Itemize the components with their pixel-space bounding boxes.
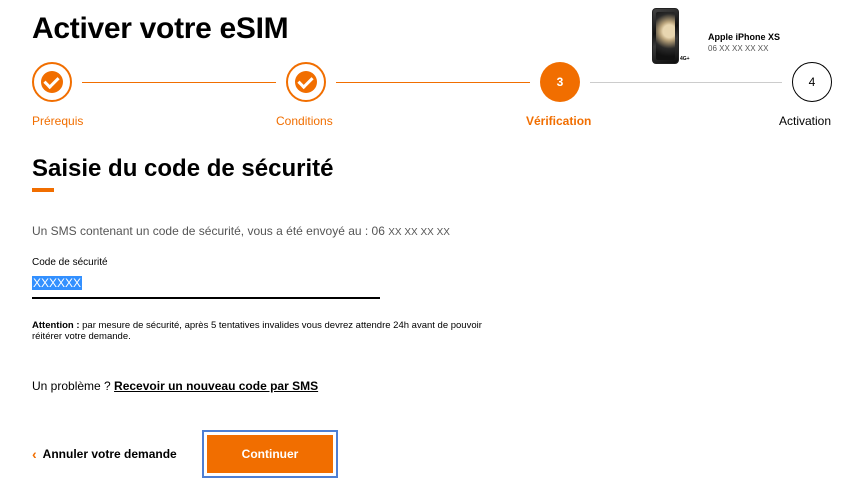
warning-label: Attention : [32, 320, 80, 331]
device-name: Apple iPhone XS [708, 32, 781, 42]
warning-text: par mesure de sécurité, après 5 tentativ… [32, 320, 482, 342]
continue-focus-ring: Continuer [202, 430, 338, 478]
code-field-label: Code de sécurité [32, 257, 108, 268]
checkmark-icon [41, 71, 63, 93]
continue-button[interactable]: Continuer [207, 435, 333, 473]
chevron-left-icon: ‹ [32, 446, 37, 462]
title-underline [32, 188, 54, 192]
step-label-prerequis: Prérequis [32, 114, 84, 128]
section-title: Saisie du code de sécurité [32, 155, 334, 182]
step-1-circle [32, 62, 72, 102]
step-label-activation: Activation [779, 114, 832, 128]
step-label-verification: Vérification [526, 114, 592, 128]
step-3-circle: 3 [540, 62, 580, 102]
step-connector-3 [590, 82, 782, 83]
step-connector-1 [82, 82, 276, 83]
resend-code-link[interactable]: Recevoir un nouveau code par SMS [114, 379, 318, 393]
step-connector-2 [336, 82, 530, 83]
sms-info-text: Un SMS contenant un code de sécurité, vo… [32, 224, 385, 238]
cancel-label: Annuler votre demande [42, 447, 177, 461]
step-4-circle: 4 [792, 62, 832, 102]
problem-text: Un problème ? [32, 379, 115, 393]
sms-info: Un SMS contenant un code de sécurité, vo… [32, 224, 450, 238]
progress-stepper: 3 4 Prérequis Conditions Vérification Ac… [0, 60, 852, 130]
checkmark-icon [295, 71, 317, 93]
step-label-conditions: Conditions [276, 114, 333, 128]
security-code-input[interactable] [32, 272, 380, 299]
step-2-circle [286, 62, 326, 102]
device-number: 06 XX XX XX XX [708, 44, 769, 53]
sms-number: XX XX XX XX [388, 227, 450, 238]
cancel-request-link[interactable]: ‹ Annuler votre demande [32, 447, 177, 461]
phone-image [652, 8, 679, 64]
device-card: 4G+ Apple iPhone XS 06 XX XX XX XX [652, 8, 842, 66]
problem-line: Un problème ? Recevoir un nouveau code p… [32, 379, 318, 393]
page-title: Activer votre eSIM [32, 12, 289, 45]
attempts-warning: Attention : par mesure de sécurité, aprè… [32, 320, 502, 342]
